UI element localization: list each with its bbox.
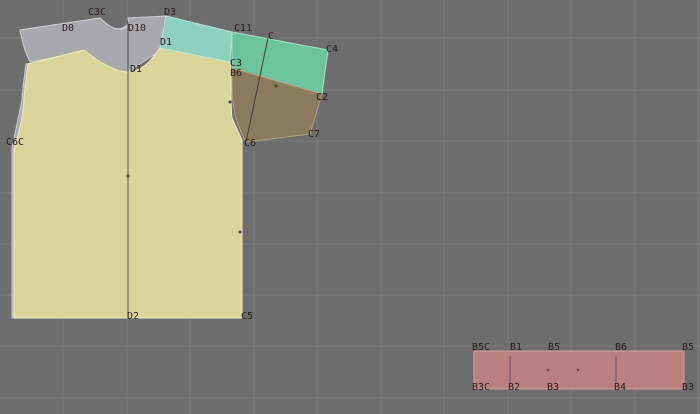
label-c2: C2 [316, 92, 328, 103]
label-b3-end: B3 [682, 382, 694, 393]
label-c11: C11 [234, 23, 252, 34]
label-b1: B1 [510, 342, 522, 353]
label-c4: C4 [326, 44, 338, 55]
label-c3c: C3C [88, 7, 106, 18]
label-c5: C5 [241, 311, 253, 322]
pattern-viewport[interactable]: C3C D3 D0 D10 C11 C C4 D1 C3 B6 C2 C7 C6… [0, 0, 700, 414]
band-piece-group[interactable] [473, 350, 685, 390]
label-b6: B6 [615, 342, 627, 353]
label-c6c: C6C [6, 137, 24, 148]
label-b5c: B5C [472, 342, 490, 353]
label-d1: D1 [130, 64, 142, 75]
label-d10: D10 [128, 23, 146, 34]
label-c: C [268, 31, 274, 42]
label-b2: B2 [508, 382, 520, 393]
label-b3c: B3C [472, 382, 490, 393]
label-b6-sleeve: B6 [230, 68, 242, 79]
label-d2: D2 [127, 311, 139, 322]
label-d0: D0 [62, 23, 74, 34]
label-d3: D3 [164, 7, 176, 18]
label-b4: B4 [614, 382, 626, 393]
label-b5-end: B5 [682, 342, 694, 353]
label-b5-mid: B5 [548, 342, 560, 353]
label-b3-mid: B3 [547, 382, 559, 393]
label-c7: C7 [308, 129, 320, 140]
pattern-canvas[interactable]: C3C D3 D0 D10 C11 C C4 D1 C3 B6 C2 C7 C6… [0, 0, 700, 414]
label-c6: C6 [244, 138, 256, 149]
label-d1-top: D1 [160, 37, 172, 48]
